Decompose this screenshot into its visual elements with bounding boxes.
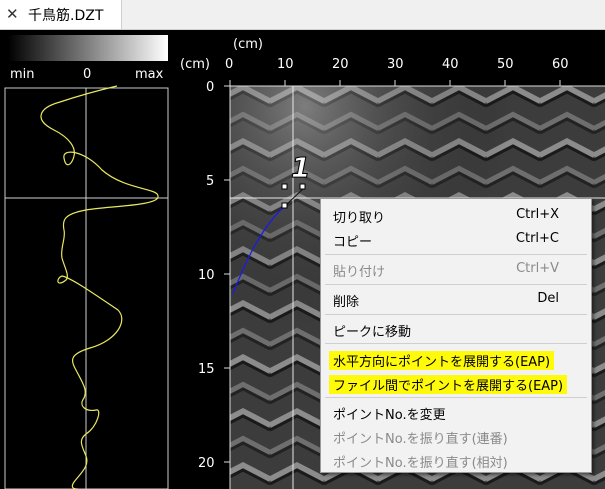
- menu-item-label: ファイル間でポイントを展開する(EAP): [329, 375, 568, 394]
- y-tick-label: 0: [206, 80, 214, 95]
- amplitude-scale-bar: [8, 35, 168, 61]
- tab-title: 千鳥筋.DZT: [28, 7, 104, 24]
- x-tick-label: 10: [277, 57, 294, 72]
- menu-item-cut[interactable]: 切り取り Ctrl+X: [321, 203, 591, 227]
- menu-item-delete[interactable]: 削除 Del: [321, 287, 591, 311]
- y-axis-unit: (cm): [180, 57, 210, 72]
- y-tick-label: 20: [198, 456, 215, 471]
- menu-item-label: コピー: [333, 235, 373, 250]
- menu-item-label: ピークに移動: [333, 325, 412, 340]
- y-tick-label: 10: [198, 268, 215, 283]
- menu-separator: [325, 254, 587, 255]
- menu-item-paste[interactable]: 貼り付け Ctrl+V: [321, 257, 591, 281]
- menu-separator: [325, 314, 587, 315]
- menu-item-label: 切り取り: [333, 211, 386, 226]
- y-tick-label: 5: [206, 174, 214, 189]
- scale-min-label: min: [10, 67, 35, 82]
- menu-separator: [325, 397, 587, 398]
- x-tick-label: 40: [442, 57, 459, 72]
- x-tick-label: 60: [552, 57, 569, 72]
- menu-item-label: 貼り付け: [333, 265, 386, 280]
- menu-item-label: ポイントNo.を振り直す(相対): [333, 456, 508, 471]
- menu-item-expand-between-files[interactable]: ファイル間でポイントを展開する(EAP): [321, 371, 591, 395]
- marker-number[interactable]: 1: [291, 151, 311, 185]
- menu-item-copy[interactable]: コピー Ctrl+C: [321, 227, 591, 251]
- x-axis-unit: (cm): [233, 37, 263, 52]
- x-tick-labels: 0 10 20 30 40 50 60: [225, 57, 569, 72]
- menu-item-shortcut: Ctrl+X: [516, 207, 559, 222]
- close-icon[interactable]: ✕: [6, 7, 24, 22]
- x-tick-label: 50: [497, 57, 514, 72]
- y-tick-labels: 0 5 10 15 20: [198, 80, 215, 471]
- context-menu: 切り取り Ctrl+X コピー Ctrl+C 貼り付け Ctrl+V 削除 De…: [320, 198, 592, 473]
- menu-item-label: ポイントNo.を変更: [333, 408, 446, 423]
- amplitude-trace: [40, 85, 159, 489]
- menu-separator: [325, 343, 587, 344]
- x-tick-label: 20: [332, 57, 349, 72]
- marker-handle[interactable]: [281, 202, 288, 209]
- x-ticks: [229, 80, 561, 86]
- y-ticks: [224, 85, 230, 463]
- x-tick-label: 30: [387, 57, 404, 72]
- menu-item-shortcut: Del: [537, 291, 559, 306]
- y-tick-label: 15: [198, 362, 215, 377]
- tab-bar: ✕ 千鳥筋.DZT: [0, 0, 605, 30]
- menu-separator: [325, 284, 587, 285]
- menu-item-renumber-relative[interactable]: ポイントNo.を振り直す(相対): [321, 448, 591, 472]
- menu-item-label: 水平方向にポイントを展開する(EAP): [329, 351, 555, 370]
- menu-item-label: 削除: [333, 295, 360, 310]
- menu-item-renumber-sequential[interactable]: ポイントNo.を振り直す(連番): [321, 424, 591, 448]
- scale-zero-label: 0: [83, 67, 91, 82]
- x-tick-label: 0: [225, 57, 233, 72]
- menu-item-move-to-peak[interactable]: ピークに移動: [321, 317, 591, 341]
- marker-handle[interactable]: [299, 183, 306, 190]
- scale-max-label: max: [135, 67, 164, 82]
- menu-item-expand-horizontal[interactable]: 水平方向にポイントを展開する(EAP): [321, 347, 591, 371]
- file-tab[interactable]: ✕ 千鳥筋.DZT: [0, 0, 122, 29]
- menu-item-label: ポイントNo.を振り直す(連番): [333, 432, 508, 447]
- marker-handle[interactable]: [281, 183, 288, 190]
- menu-item-shortcut: Ctrl+V: [516, 261, 559, 276]
- menu-item-change-point-no[interactable]: ポイントNo.を変更: [321, 400, 591, 424]
- menu-item-shortcut: Ctrl+C: [515, 231, 559, 246]
